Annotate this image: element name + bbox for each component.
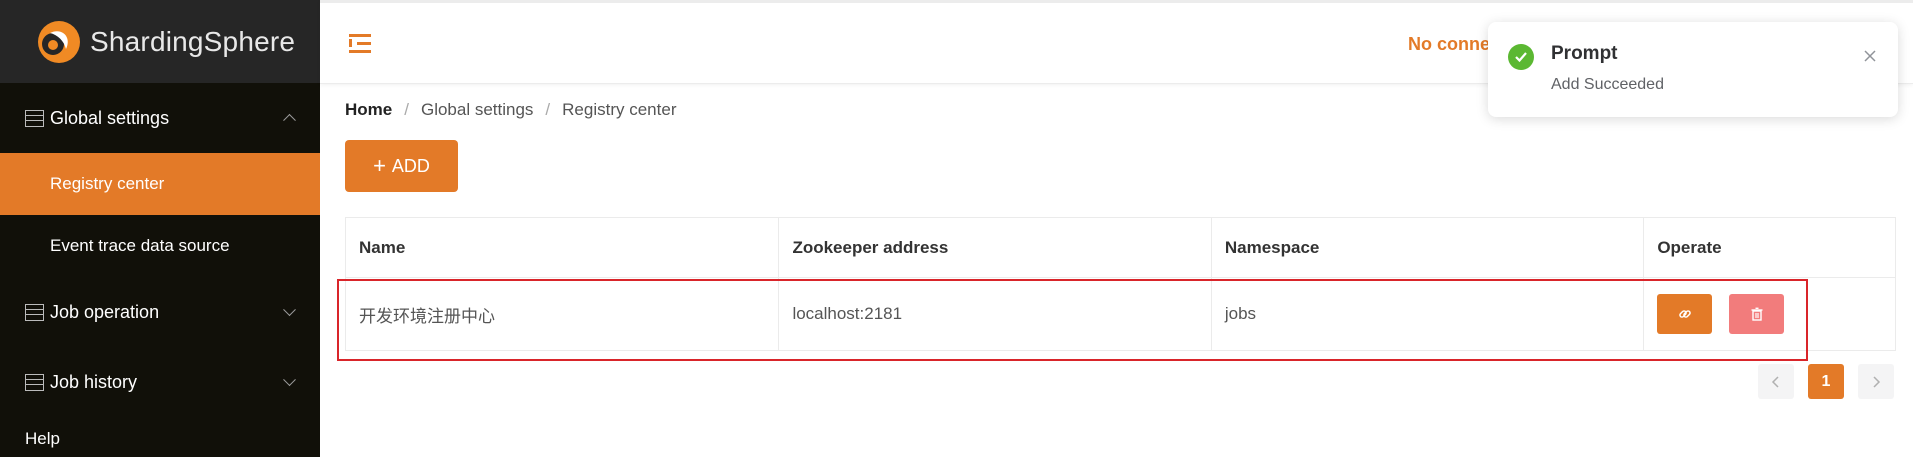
notification-message: Add Succeeded [1551, 76, 1664, 93]
column-header-name: Name [346, 218, 780, 277]
menu-list-icon [25, 109, 44, 127]
success-notification: Prompt Add Succeeded [1488, 22, 1898, 117]
breadcrumb-separator: / [404, 100, 409, 119]
sidebar: ShardingSphere Global settings Registry … [0, 0, 320, 457]
page-number-button[interactable]: 1 [1808, 364, 1844, 399]
chevron-up-icon [283, 113, 296, 127]
chevron-down-icon [283, 303, 296, 317]
plus-icon: + [373, 153, 386, 178]
registry-table: Name Zookeeper address Namespace Operate… [345, 217, 1896, 351]
next-page-button[interactable] [1858, 364, 1894, 399]
table-header-row: Name Zookeeper address Namespace Operate [346, 218, 1895, 278]
cell-operate [1644, 278, 1895, 350]
sidebar-item-label: Registry center [50, 174, 165, 193]
chevron-right-icon [1873, 375, 1881, 388]
notification-title: Prompt [1551, 43, 1618, 64]
table-row: 开发环境注册中心 localhost:2181 jobs [346, 278, 1895, 350]
column-header-operate: Operate [1657, 237, 1722, 257]
breadcrumb: Home / Global settings / Registry center [345, 100, 676, 120]
add-button[interactable]: + ADD [345, 140, 458, 192]
menu-group-global-settings[interactable]: Global settings [0, 83, 320, 153]
chevron-down-icon [283, 373, 296, 387]
link-icon [1679, 310, 1691, 318]
menu-group-label: Job history [50, 371, 138, 392]
menu-group-label: Global settings [50, 107, 170, 128]
menu-group-job-operation[interactable]: Job operation [0, 277, 320, 347]
shardingsphere-logo-icon [38, 20, 80, 63]
menu-group-help[interactable]: Help [0, 429, 320, 449]
breadcrumb-separator: / [545, 100, 551, 119]
add-button-label: ADD [391, 155, 430, 176]
prev-page-button[interactable] [1758, 364, 1794, 399]
sidebar-item-label: Event trace data source [50, 236, 230, 255]
connect-button[interactable] [1657, 294, 1713, 334]
breadcrumb-registry-center: Registry center [562, 100, 677, 119]
menu-group-label: Help [25, 429, 60, 448]
trash-icon [1751, 307, 1763, 321]
breadcrumb-global-settings: Global settings [420, 100, 534, 119]
menu-list-icon [25, 303, 44, 321]
success-check-icon [1508, 44, 1534, 70]
logo-bar[interactable]: ShardingSphere [0, 0, 320, 83]
chevron-left-icon [1771, 375, 1779, 388]
menu-group-label: Job operation [50, 301, 160, 322]
connection-status: No conne [1408, 34, 1491, 54]
breadcrumb-home[interactable]: Home [345, 100, 392, 120]
cell-zookeeper-address: localhost:2181 [779, 278, 1212, 350]
column-header-namespace: Namespace [1212, 218, 1645, 277]
column-header-zookeeper-address: Zookeeper address [779, 218, 1212, 277]
cell-name: 开发环境注册中心 [346, 278, 780, 350]
delete-button[interactable] [1729, 294, 1785, 334]
collapse-menu-icon[interactable] [349, 34, 371, 54]
sidebar-item-registry-center[interactable]: Registry center [0, 153, 320, 215]
close-icon[interactable] [1862, 48, 1878, 64]
cell-namespace: jobs [1212, 278, 1645, 350]
menu-list-icon [25, 373, 44, 391]
sidebar-item-event-trace-data-source[interactable]: Event trace data source [0, 215, 320, 277]
menu-group-job-history[interactable]: Job history [0, 347, 320, 417]
app-name: ShardingSphere [90, 25, 296, 57]
